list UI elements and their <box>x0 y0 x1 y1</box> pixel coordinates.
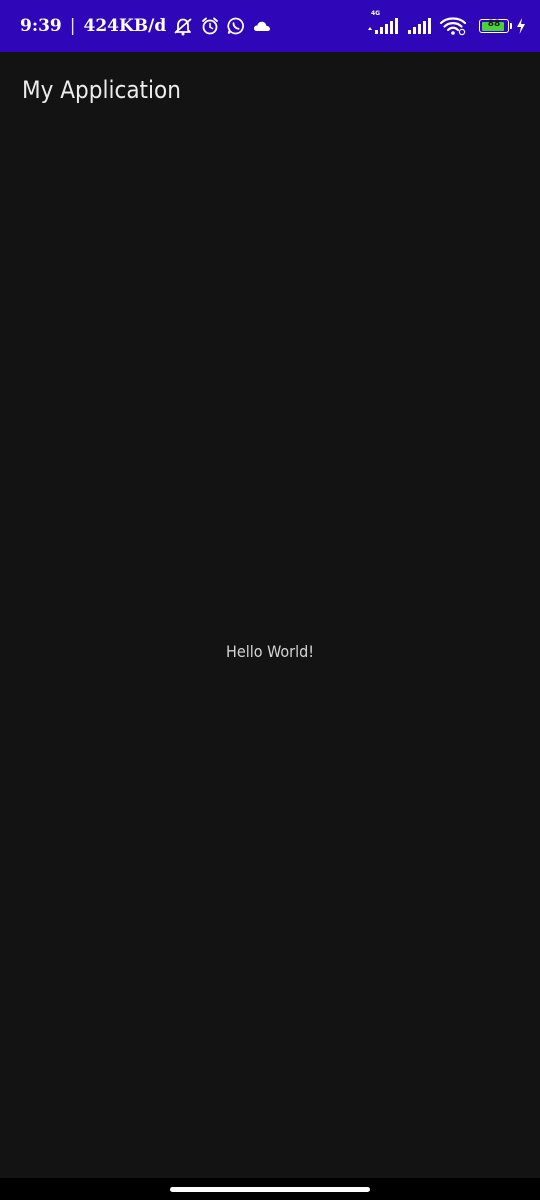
wifi-icon <box>439 16 467 36</box>
battery-cap <box>510 23 512 29</box>
signal-4g-icon: 4G <box>367 10 401 36</box>
cloud-icon <box>252 16 272 36</box>
status-left: 9:39 | 424KB/d <box>20 16 278 36</box>
status-bar: 9:39 | 424KB/d 4G 88 <box>0 0 540 52</box>
battery-body: 88 <box>479 19 509 33</box>
signal-icon <box>407 16 433 36</box>
network-type-label: 4G <box>371 10 381 17</box>
status-right: 4G 88 <box>367 10 526 36</box>
hello-text: Hello World! <box>226 642 314 661</box>
mute-icon <box>172 16 194 36</box>
main-content: Hello World! <box>0 132 540 1178</box>
battery-icon: 88 <box>479 19 512 33</box>
charging-bolt-icon <box>516 18 526 34</box>
network-speed: 424KB/d <box>83 16 167 36</box>
alarm-icon <box>200 16 220 36</box>
status-separator: | <box>69 16 76 36</box>
battery-level: 88 <box>487 19 501 29</box>
app-bar: My Application <box>0 52 540 132</box>
status-time: 9:39 <box>20 16 62 36</box>
app-title: My Application <box>22 76 181 104</box>
whatsapp-icon <box>226 16 246 36</box>
navigation-bar <box>0 1178 540 1200</box>
home-gesture-handle[interactable] <box>170 1187 370 1192</box>
